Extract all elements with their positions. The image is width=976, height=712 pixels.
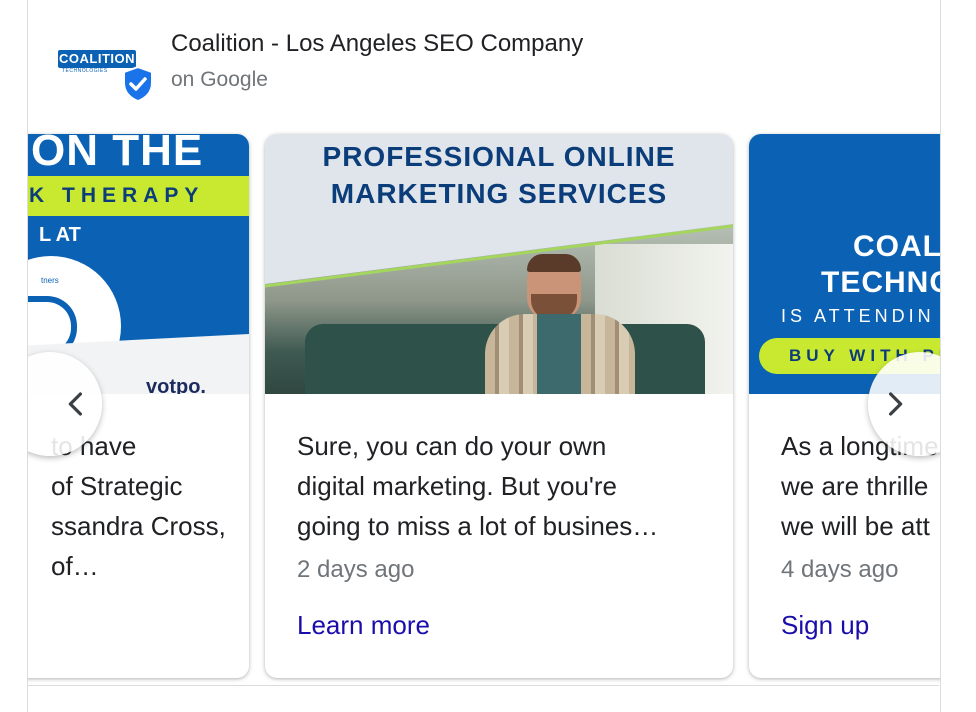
image-text-line1: COALI — [853, 230, 941, 263]
company-name[interactable]: Coalition - Los Angeles SEO Company — [171, 30, 583, 58]
post-text-line: digital marketing. But you're — [297, 471, 618, 501]
image-text-line3: L AT — [39, 224, 81, 246]
business-posts-panel: COALITION TECHNOLOGIES Coalition - Los A… — [27, 0, 941, 712]
post-text-line: of Strategic — [51, 471, 183, 501]
post-text-line: we are thrille — [781, 471, 929, 501]
post-text-left: to have of Strategic ssandra Cross, of… — [51, 426, 249, 586]
logo-subtext: TECHNOLOGIES — [62, 68, 108, 74]
post-text-line: ssandra Cross, — [51, 511, 226, 541]
post-text-line: of… — [51, 551, 99, 581]
post-text-center: Sure, you can do your own digital market… — [297, 426, 707, 546]
chevron-left-icon — [68, 392, 82, 416]
post-card-center[interactable]: PROFESSIONAL ONLINE MARKETING SERVICES S… — [265, 134, 733, 678]
post-text-line: going to miss a lot of busines… — [297, 511, 659, 541]
image-text-line3: IS ATTENDIN — [781, 306, 935, 326]
company-logo: COALITION TECHNOLOGIES — [58, 50, 182, 102]
image-pill-text: K THERAPY — [29, 184, 205, 207]
post-text-line: Sure, you can do your own — [297, 431, 607, 461]
verified-shield-icon — [123, 66, 153, 102]
brand-name: votpo. — [146, 376, 206, 394]
chevron-right-icon — [889, 392, 903, 416]
source-label: on Google — [171, 68, 268, 91]
image-text-line1: ON THE — [31, 134, 204, 175]
partner-small-text: tners — [41, 276, 59, 285]
learn-more-link[interactable]: Learn more — [297, 610, 430, 641]
post-time-right: 4 days ago — [781, 556, 899, 583]
panel-divider — [27, 685, 939, 686]
image-pill: K THERAPY — [28, 176, 249, 216]
post-time-center: 2 days ago — [297, 556, 415, 583]
sign-up-link[interactable]: Sign up — [781, 610, 869, 641]
post-text-line: we will be att — [781, 511, 930, 541]
accent-stripe — [265, 224, 733, 288]
post-image-center[interactable]: PROFESSIONAL ONLINE MARKETING SERVICES — [265, 134, 733, 394]
image-text-line2: TECHNO — [821, 266, 941, 299]
